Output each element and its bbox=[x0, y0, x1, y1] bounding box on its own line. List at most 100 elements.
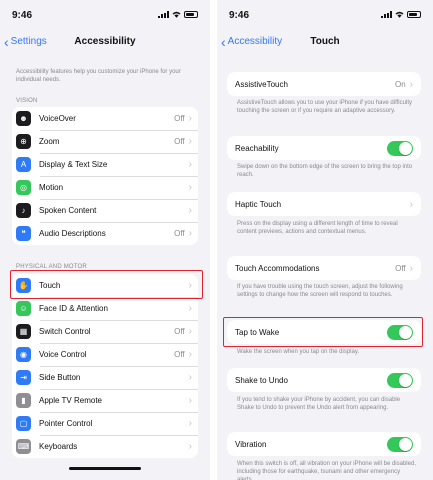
voice-control-icon: ◉ bbox=[16, 347, 31, 362]
status-bar: 9:46 bbox=[0, 0, 210, 28]
settings-row-spoken-content[interactable]: ♪ Spoken Content › bbox=[12, 199, 198, 222]
settings-row-switch-control[interactable]: ▦ Switch Control Off › bbox=[12, 320, 198, 343]
settings-row-side-button[interactable]: ⇥ Side Button › bbox=[12, 366, 198, 389]
assistivetouch-row[interactable]: AssistiveTouch On › bbox=[227, 72, 421, 96]
touch-screen: 9:46 ‹ Accessibility Touch AssistiveTouch… bbox=[217, 0, 433, 480]
intro-text: Accessibility features help you customiz… bbox=[16, 69, 181, 83]
chevron-right-icon: › bbox=[188, 303, 192, 314]
zoom-icon: ⊕ bbox=[16, 134, 31, 149]
side-button-icon: ⇥ bbox=[16, 370, 31, 385]
settings-row-display-text-size[interactable]: A Display & Text Size › bbox=[12, 153, 198, 176]
settings-row-label: Side Button bbox=[39, 373, 81, 382]
touch-accommodations-row[interactable]: Touch Accommodations Off › bbox=[227, 256, 421, 280]
settings-row-value: Off bbox=[174, 350, 185, 359]
shake-to-undo-description: If you tend to shake your iPhone by acci… bbox=[237, 397, 401, 411]
status-icons bbox=[158, 11, 198, 18]
physical-motor-group: ✋ Touch › ☺ Face ID & Attention › ▦ Switch Cont… bbox=[12, 274, 198, 458]
assistivetouch-description: AssistiveTouch allows you to use your iP… bbox=[237, 100, 412, 114]
tap-to-wake-description: Wake the screen when you tap on the disp… bbox=[237, 349, 360, 355]
wifi-icon bbox=[395, 11, 404, 18]
haptic-touch-description: Press on the display using a different l… bbox=[237, 221, 398, 235]
touch-accommodations-label: Touch Accommodations bbox=[235, 263, 320, 273]
settings-row-label: Spoken Content bbox=[39, 206, 97, 215]
chevron-right-icon: › bbox=[188, 349, 192, 360]
chevron-right-icon: › bbox=[188, 113, 192, 124]
haptic-touch-row[interactable]: Haptic Touch › bbox=[227, 192, 421, 216]
chevron-right-icon: › bbox=[409, 78, 413, 90]
chevron-right-icon: › bbox=[188, 441, 192, 452]
chevron-right-icon: › bbox=[188, 395, 192, 406]
assistivetouch-value: On bbox=[394, 79, 406, 89]
text-size-icon: A bbox=[16, 157, 31, 172]
tap-to-wake-highlight-box bbox=[223, 317, 423, 347]
chevron-right-icon: › bbox=[188, 326, 192, 337]
battery-icon bbox=[407, 11, 421, 18]
settings-row-value: Off bbox=[174, 229, 185, 238]
assistivetouch-label: AssistiveTouch bbox=[235, 79, 288, 89]
settings-row-face-id-attention[interactable]: ☺ Face ID & Attention › bbox=[12, 297, 198, 320]
settings-row-label: Switch Control bbox=[39, 327, 91, 336]
chevron-right-icon: › bbox=[188, 228, 192, 239]
reachability-toggle[interactable] bbox=[387, 140, 413, 156]
battery-icon bbox=[184, 11, 198, 18]
vision-group: ☻ VoiceOver Off › ⊕ Zoom Off › A Display & Text S… bbox=[12, 107, 198, 245]
shake-to-undo-toggle[interactable] bbox=[387, 372, 413, 388]
vibration-row: Vibration bbox=[227, 432, 421, 456]
vibration-label: Vibration bbox=[235, 439, 267, 449]
settings-row-voiceover[interactable]: ☻ VoiceOver Off › bbox=[12, 107, 198, 130]
settings-row-pointer-control[interactable]: ▢ Pointer Control › bbox=[12, 412, 198, 435]
reachability-label: Reachability bbox=[235, 143, 279, 153]
haptic-touch-label: Haptic Touch bbox=[235, 199, 282, 209]
settings-row-label: Voice Control bbox=[39, 350, 87, 359]
pointer-control-icon: ▢ bbox=[16, 416, 31, 431]
settings-row-value: Off bbox=[174, 327, 185, 336]
motion-icon: ◎ bbox=[16, 180, 31, 195]
wifi-icon bbox=[172, 11, 181, 18]
settings-row-value: Off bbox=[174, 137, 185, 146]
chevron-right-icon: › bbox=[188, 159, 192, 170]
accessibility-screen: 9:46 ‹ Settings Accessibility Accessibili… bbox=[0, 0, 210, 480]
chevron-right-icon: › bbox=[409, 198, 413, 210]
touch-highlight-box bbox=[10, 270, 203, 299]
settings-row-label: Keyboards bbox=[39, 442, 78, 451]
settings-row-label: VoiceOver bbox=[39, 114, 76, 123]
settings-row-label: Apple TV Remote bbox=[39, 396, 102, 405]
reachability-row: Reachability bbox=[227, 136, 421, 160]
settings-row-label: Motion bbox=[39, 183, 64, 192]
nav-bar: ‹ Settings Accessibility bbox=[0, 30, 210, 54]
status-icons bbox=[381, 11, 421, 18]
status-time: 9:46 bbox=[12, 10, 33, 21]
switch-control-icon: ▦ bbox=[16, 324, 31, 339]
settings-row-voice-control[interactable]: ◉ Voice Control Off › bbox=[12, 343, 198, 366]
settings-row-audio-descriptions[interactable]: ❝ Audio Descriptions Off › bbox=[12, 222, 198, 245]
settings-row-motion[interactable]: ◎ Motion › bbox=[12, 176, 198, 199]
settings-row-label: Pointer Control bbox=[39, 419, 93, 428]
touch-accommodations-description: If you have trouble using the touch scre… bbox=[237, 284, 403, 298]
reachability-description: Swipe down on the bottom edge of the scr… bbox=[237, 164, 413, 178]
chevron-right-icon: › bbox=[409, 262, 413, 274]
settings-row-label: Display & Text Size bbox=[39, 160, 108, 169]
keyboard-icon: ⌨ bbox=[16, 439, 31, 454]
chevron-right-icon: › bbox=[188, 418, 192, 429]
status-time: 9:46 bbox=[229, 10, 250, 21]
settings-row-value: Off bbox=[174, 114, 185, 123]
vision-header: VISION bbox=[16, 98, 38, 104]
settings-row-apple-tv-remote[interactable]: ▮ Apple TV Remote › bbox=[12, 389, 198, 412]
face-id-icon: ☺ bbox=[16, 301, 31, 316]
cellular-signal-icon bbox=[381, 11, 392, 18]
chevron-right-icon: › bbox=[188, 205, 192, 216]
vibration-description: When this switch is off, all vibration o… bbox=[237, 461, 416, 480]
settings-row-label: Face ID & Attention bbox=[39, 304, 108, 313]
audio-descriptions-icon: ❝ bbox=[16, 226, 31, 241]
chevron-right-icon: › bbox=[188, 182, 192, 193]
shake-to-undo-row: Shake to Undo bbox=[227, 368, 421, 392]
settings-row-label: Zoom bbox=[39, 137, 60, 146]
settings-row-zoom[interactable]: ⊕ Zoom Off › bbox=[12, 130, 198, 153]
chevron-right-icon: › bbox=[188, 372, 192, 383]
vibration-toggle[interactable] bbox=[387, 436, 413, 452]
settings-row-keyboards[interactable]: ⌨ Keyboards › bbox=[12, 435, 198, 458]
cellular-signal-icon bbox=[158, 11, 169, 18]
nav-bar: ‹ Accessibility Touch bbox=[217, 30, 433, 54]
spoken-content-icon: ♪ bbox=[16, 203, 31, 218]
touch-accommodations-value: Off bbox=[395, 263, 406, 273]
